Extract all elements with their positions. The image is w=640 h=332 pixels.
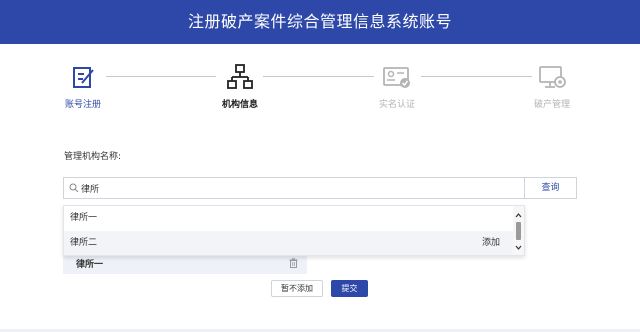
- chevron-down-icon[interactable]: [515, 244, 522, 251]
- search-button[interactable]: 查询: [524, 177, 577, 199]
- add-button[interactable]: 添加: [482, 231, 500, 255]
- step-label: 账号注册: [64, 100, 101, 110]
- list-item-name: 律所一: [70, 213, 98, 223]
- org-chart-icon: [227, 64, 253, 89]
- org-search-box[interactable]: [63, 177, 525, 199]
- selected-org-name: 律所一: [76, 260, 104, 270]
- trash-icon[interactable]: [289, 258, 298, 268]
- dropdown-scrollbar[interactable]: [513, 206, 524, 255]
- submit-button[interactable]: 提交: [331, 280, 368, 297]
- org-name-label: 管理机构名称:: [64, 152, 122, 162]
- step-org-info: 机构信息: [200, 62, 280, 111]
- page-header: 注册破产案件综合管理信息系统账号: [0, 0, 640, 44]
- list-item-name: 律所二: [70, 238, 98, 248]
- step-label: 实名认证: [378, 100, 415, 110]
- page-title: 注册破产案件综合管理信息系统账号: [187, 12, 452, 31]
- skip-button[interactable]: 暂不添加: [271, 280, 323, 297]
- scroll-thumb[interactable]: [516, 222, 521, 240]
- chevron-up-icon[interactable]: [515, 212, 522, 219]
- search-suggestion-dropdown: 律所一 律所二 添加: [63, 205, 525, 256]
- search-icon: [69, 183, 79, 193]
- step-account-register: 账号注册: [43, 62, 123, 111]
- id-card-verified-icon: [383, 67, 410, 88]
- step-bankruptcy-manage: 破产管理: [512, 62, 592, 111]
- step-identity-verify: 实名认证: [357, 62, 437, 111]
- monitor-settings-icon: [539, 66, 566, 88]
- org-search-input[interactable]: [81, 180, 511, 196]
- step-label: 破产管理: [533, 100, 570, 110]
- list-item[interactable]: 律所一: [64, 206, 514, 230]
- edit-form-icon: [73, 67, 94, 88]
- list-item[interactable]: 律所二 添加: [64, 231, 514, 255]
- step-label: 机构信息: [221, 100, 258, 110]
